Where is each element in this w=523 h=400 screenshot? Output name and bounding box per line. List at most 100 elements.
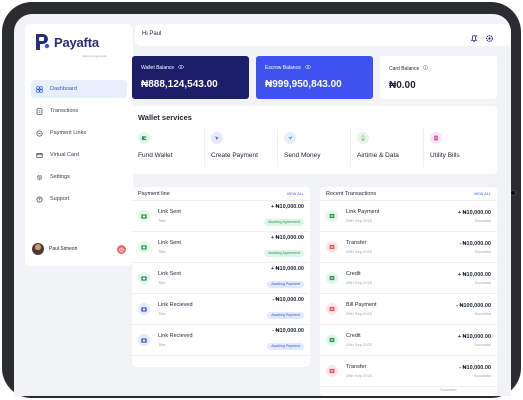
transaction-row[interactable]: Bill Payment 25th Sep,2023 - ₦100,000.00…: [320, 294, 497, 325]
row-right: + ₦10,000.00 Succesful: [458, 210, 491, 223]
recent-transactions-list: Link Payment 25th Sep,2023 + ₦10,000.00 …: [320, 201, 497, 387]
service-create-payment[interactable]: Create Payment: [205, 127, 278, 167]
row-right: + ₦10,000.00 Succesful: [458, 334, 491, 347]
recent-transactions-header: Recent Transactions VIEW ALL: [320, 187, 497, 201]
sidebar-item-transctions[interactable]: Transctions: [31, 102, 127, 120]
settings-button[interactable]: [485, 30, 494, 48]
user-profile[interactable]: Paul Simeon: [32, 243, 126, 255]
row-date: 25th Sep,2023: [346, 311, 373, 316]
bill-icon: [430, 132, 442, 144]
sidebar-item-label: Virtual Card: [50, 152, 79, 158]
recent-transactions-view-all-link[interactable]: VIEW ALL: [474, 192, 491, 196]
sidebar: Payafta Escrow payments Dashboard Transct…: [25, 24, 133, 266]
link-received-icon: [138, 303, 150, 315]
sidebar-item-virtual-card[interactable]: Virtual Card: [31, 146, 127, 164]
card-balance-value: ₦0.00: [389, 80, 416, 91]
service-fund-wallet[interactable]: Fund Wallet: [132, 127, 205, 167]
payment-line-row[interactable]: Link Recieved Title - ₦10,000.00 Awaitin…: [132, 325, 310, 356]
payment-line-view-all-link[interactable]: VIEW ALL: [287, 192, 304, 196]
transaction-row[interactable]: Credit 25th Sep,2023 + ₦10,000.00 Succes…: [320, 325, 497, 356]
power-icon: [119, 246, 124, 252]
wallet-balance-card[interactable]: Wallet Balance ₦888,124,543.00: [132, 56, 249, 99]
row-title: Link Payment: [346, 209, 380, 215]
sidebar-item-label: Settings: [50, 174, 70, 180]
service-label: Send Money: [284, 152, 321, 159]
status-badge: Awaiting Agreement: [264, 249, 304, 257]
sidebar-item-label: Dashboard: [50, 86, 77, 92]
row-right: - ₦100,000.00 Succesful: [456, 303, 491, 316]
support-icon: [36, 195, 43, 203]
row-date: 25th Sep,2023: [346, 249, 373, 254]
eye-icon[interactable]: [178, 65, 185, 71]
info-icon[interactable]: [423, 65, 429, 72]
outgoing-transaction-icon: [326, 365, 338, 377]
sidebar-item-support[interactable]: Support: [31, 190, 127, 208]
phone-icon: [357, 132, 369, 144]
row-amount: + ₦10,000.00: [457, 209, 491, 216]
transaction-status: Succesful: [474, 311, 491, 316]
sidebar-item-label: Transctions: [50, 108, 79, 114]
eye-icon[interactable]: [305, 65, 311, 71]
row-subtitle: Title: [158, 311, 166, 316]
row-main: Bill Payment 25th Sep,2023: [346, 302, 456, 316]
transaction-row[interactable]: Transfer 25th Sep,2023 - ₦10,000.00 Succ…: [320, 232, 497, 263]
link-sent-icon: [138, 210, 150, 222]
link-sent-icon: [138, 272, 150, 284]
row-subtitle: Title: [158, 218, 166, 223]
sidebar-item-payment-links[interactable]: Payment Links: [31, 124, 127, 142]
row-title: Credit: [346, 271, 361, 277]
incoming-transaction-icon: [326, 210, 338, 222]
notification-button[interactable]: [470, 30, 478, 48]
service-label: Create Payment: [211, 152, 258, 159]
link-received-icon: [138, 334, 150, 346]
row-right: - ₦10,000.00 Awaiting Payment: [267, 328, 304, 352]
payment-line-row[interactable]: Link Recieved Title - ₦10,000.00 Awaitin…: [132, 294, 310, 325]
send-icon: [284, 132, 296, 144]
brand-logo[interactable]: Payafta: [32, 32, 99, 52]
wallet-icon: [138, 132, 150, 144]
payment-line-header: Payment line VIEW ALL: [132, 187, 310, 201]
transaction-status: Succesful: [474, 218, 491, 223]
row-date: 25th Sep,2023: [346, 280, 373, 285]
row-title: Credit: [346, 333, 361, 339]
service-airtime-data[interactable]: Airtime & Data: [351, 127, 424, 167]
service-send-money[interactable]: Send Money: [278, 127, 351, 167]
service-label: Fund Wallet: [138, 152, 173, 159]
payment-line-list: Link Sent Title + ₦10,000.00 Awaiting Ag…: [132, 201, 310, 356]
transaction-row[interactable]: Transfer 25th Sep,2023 - ₦10,000.00 Succ…: [320, 356, 497, 387]
row-title: Bill Payment: [346, 302, 377, 308]
row-main: Link Payment 25th Sep,2023: [346, 209, 458, 223]
transaction-row[interactable]: Link Payment 25th Sep,2023 + ₦10,000.00 …: [320, 201, 497, 232]
row-amount: + ₦10,000.00: [457, 333, 491, 340]
sidebar-item-settings[interactable]: Settings: [31, 168, 127, 186]
receipt-icon: [36, 107, 43, 115]
row-date: 25th Sep,2023: [346, 218, 373, 223]
brand-name: Payafta: [54, 34, 99, 50]
bell-icon: [470, 34, 478, 43]
logout-button[interactable]: [117, 244, 126, 254]
app-screen: Payafta Escrow payments Dashboard Transct…: [14, 14, 511, 396]
gear-icon: [486, 35, 493, 42]
payment-line-row[interactable]: Link Sent Title + ₦10,000.00 Awaiting Pa…: [132, 263, 310, 294]
payment-line-row[interactable]: Link Sent Title + ₦10,000.00 Awaiting Ag…: [132, 232, 310, 263]
recent-transactions-title: Recent Transactions: [326, 190, 377, 197]
service-utility-bills[interactable]: Utility Bills: [424, 127, 497, 167]
payment-line-row[interactable]: Link Sent Title + ₦10,000.00 Awaiting Ag…: [132, 201, 310, 232]
row-main: Credit 25th Sep,2023: [346, 333, 458, 347]
row-amount: - ₦10,000.00: [272, 297, 304, 303]
escrow-balance-label: Escrow Balance: [265, 65, 301, 71]
escrow-balance-label-row: Escrow Balance: [265, 65, 364, 71]
row-date: 25th Sep,2023: [346, 373, 373, 378]
row-title: Transfer: [346, 240, 367, 246]
top-bar: Hi Paul: [135, 24, 511, 46]
card-balance-card[interactable]: Card Balance ₦0.00: [380, 56, 497, 99]
escrow-balance-card[interactable]: Escrow Balance ₦999,950,843.00: [256, 56, 373, 99]
status-badge: Awaiting Agreement: [264, 218, 304, 226]
avatar[interactable]: [32, 243, 44, 255]
sidebar-nav: Dashboard Transctions Payment Links Virtual…: [31, 80, 127, 212]
transaction-status: Succesful: [474, 373, 491, 378]
sidebar-item-dashboard[interactable]: Dashboard: [31, 80, 127, 98]
service-label: Utility Bills: [430, 152, 460, 159]
recent-transactions-panel: Recent Transactions VIEW ALL Link Paymen…: [320, 187, 497, 396]
transaction-row[interactable]: Credit 25th Sep,2023 + ₦10,000.00 Succes…: [320, 263, 497, 294]
